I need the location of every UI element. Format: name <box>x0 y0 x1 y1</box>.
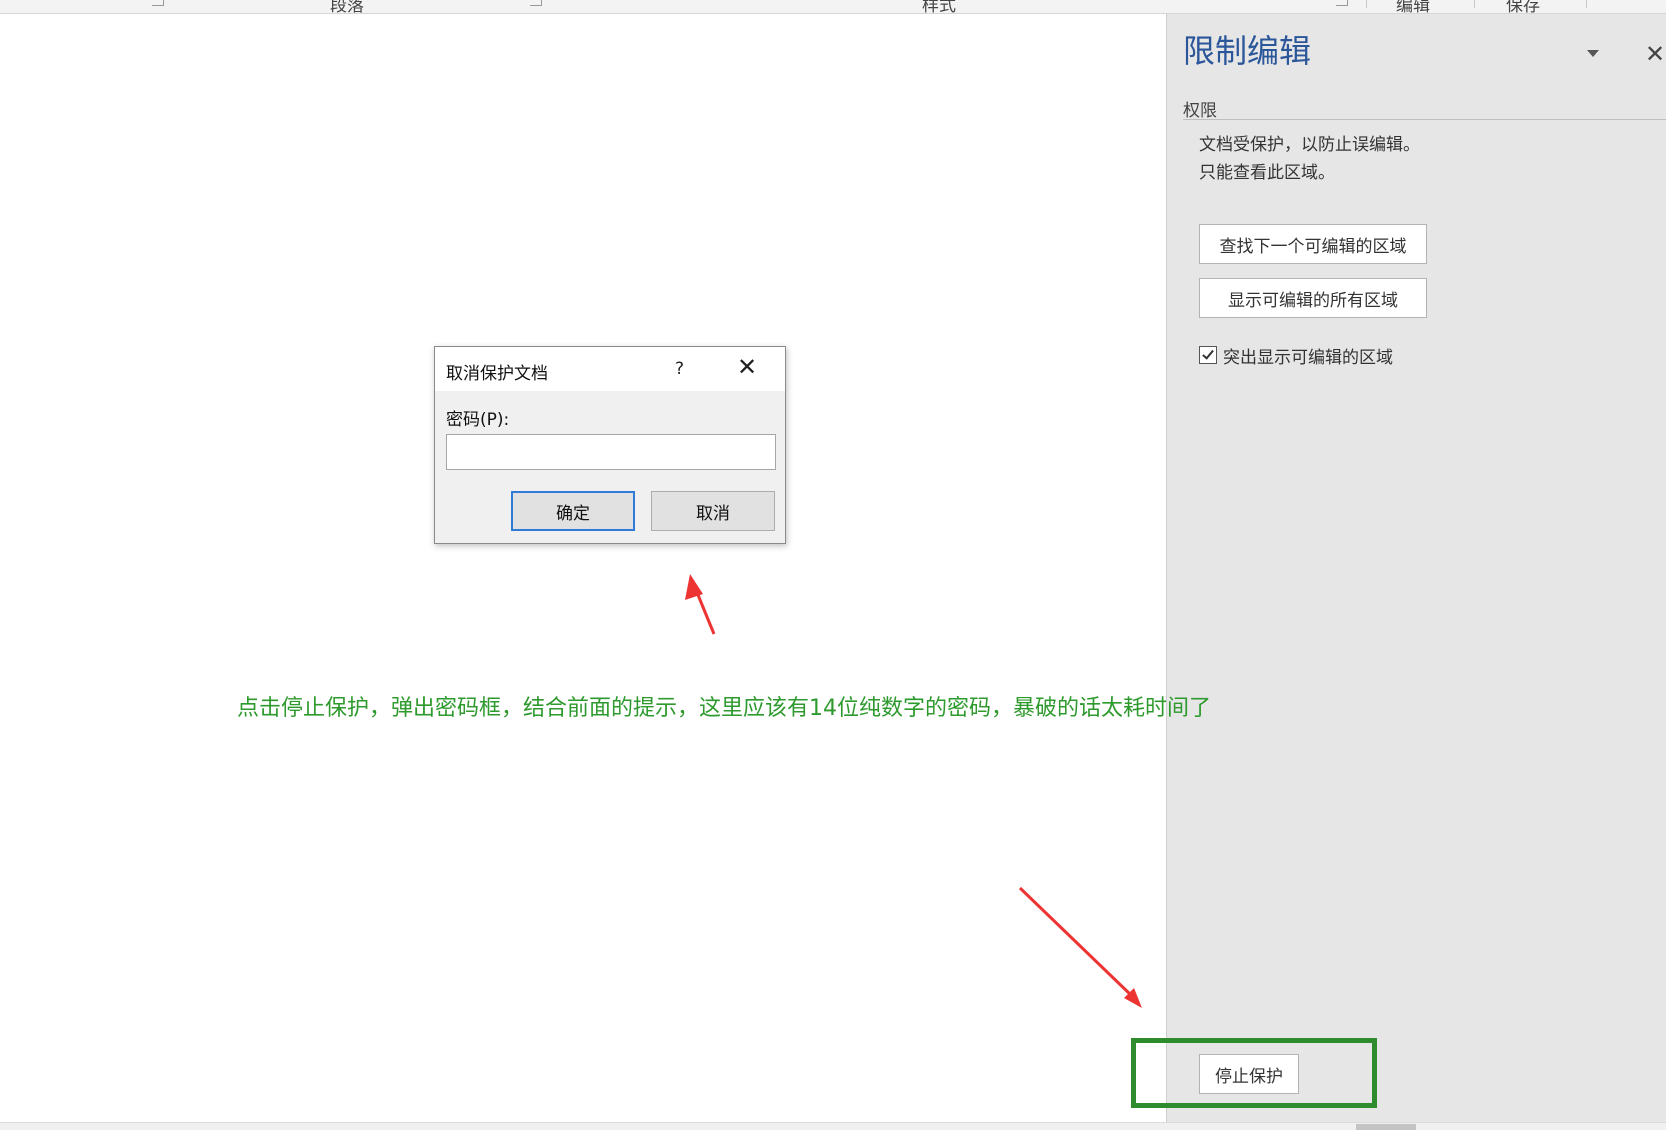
cancel-button[interactable]: 取消 <box>651 491 775 531</box>
ribbon-separator <box>1474 0 1475 8</box>
check-icon <box>1202 347 1214 360</box>
annotation-text: 点击停止保护，弹出密码框，结合前面的提示，这里应该有14位纯数字的密码，暴破的话… <box>237 696 1211 721</box>
paragraph-launcher-icon[interactable] <box>152 0 164 6</box>
ribbon-group-editing: 编辑 <box>1396 0 1430 14</box>
password-input[interactable] <box>446 434 776 470</box>
pane-section-permissions: 权限 <box>1183 101 1217 121</box>
scrollbar-thumb[interactable] <box>1356 1124 1416 1130</box>
pane-divider <box>1183 119 1666 120</box>
pane-title: 限制编辑 <box>1183 32 1312 70</box>
highlight-editable-regions-checkbox[interactable] <box>1199 346 1217 364</box>
pane-close-icon[interactable]: ✕ <box>1645 42 1665 66</box>
pane-options-chevron-down-icon[interactable] <box>1587 50 1599 57</box>
show-all-editable-regions-button[interactable]: 显示可编辑的所有区域 <box>1199 278 1427 318</box>
dialog-title: 取消保护文档 <box>446 364 548 384</box>
find-next-editable-region-button[interactable]: 查找下一个可编辑的区域 <box>1199 224 1427 264</box>
ribbon-group-paragraph: 段落 <box>330 0 364 14</box>
restrict-editing-pane: 限制编辑 ✕ 权限 文档受保护，以防止误编辑。 只能查看此区域。 查找下一个可编… <box>1166 14 1666 1126</box>
ok-button[interactable]: 确定 <box>511 491 635 531</box>
ribbon-group-save: 保存 <box>1506 0 1540 14</box>
horizontal-scrollbar[interactable] <box>0 1122 1666 1130</box>
dialog-titlebar: 取消保护文档 ? ✕ <box>435 347 785 391</box>
protection-message-line1: 文档受保护，以防止误编辑。 <box>1199 135 1420 155</box>
styles-launcher-icon[interactable] <box>1336 0 1348 6</box>
paragraph-settings-launcher-icon[interactable] <box>530 0 542 6</box>
ribbon-group-styles: 样式 <box>922 0 956 14</box>
highlight-editable-regions-label: 突出显示可编辑的区域 <box>1223 347 1393 368</box>
unprotect-document-dialog: 取消保护文档 ? ✕ 密码(P): 确定 取消 <box>434 346 786 544</box>
document-canvas[interactable] <box>0 14 1166 1122</box>
ribbon-separator <box>1586 0 1587 8</box>
password-label: 密码(P): <box>446 410 510 430</box>
dialog-help-icon[interactable]: ? <box>675 359 684 379</box>
dialog-close-icon[interactable]: ✕ <box>737 355 757 379</box>
protection-message-line2: 只能查看此区域。 <box>1199 163 1335 183</box>
highlight-editable-regions-option[interactable]: 突出显示可编辑的区域 <box>1199 344 1393 368</box>
ribbon-strip: 段落 样式 编辑 保存 <box>0 0 1666 14</box>
stop-protection-highlight-box <box>1131 1038 1377 1108</box>
ribbon-separator <box>1366 0 1367 8</box>
